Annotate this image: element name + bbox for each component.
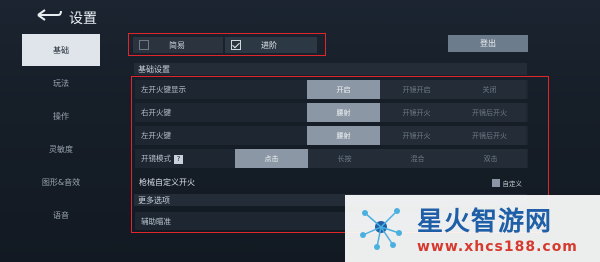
advanced-checkbox[interactable]: [231, 40, 241, 50]
option-double-tap[interactable]: 双击: [454, 149, 527, 168]
scope-mode-label: 开镜模式: [141, 154, 171, 163]
sidebar-item-controls[interactable]: 操作: [22, 100, 100, 132]
simple-checkbox[interactable]: [139, 40, 149, 50]
mode-simple-option[interactable]: 简易: [133, 37, 223, 53]
option-group: 开启 开镜开启 关闭: [307, 80, 526, 99]
option-mixed[interactable]: 混合: [381, 149, 454, 168]
option-scope-fire[interactable]: 开镜开火: [380, 126, 453, 145]
mode-advanced-option[interactable]: 进阶: [225, 37, 317, 53]
option-hip-fire[interactable]: 腰射: [307, 103, 380, 122]
mode-selector: 简易 进阶: [128, 33, 326, 56]
custom-checkbox[interactable]: [491, 179, 500, 187]
logout-button[interactable]: 登出: [448, 35, 528, 52]
sidebar-item-basic[interactable]: 基础: [22, 34, 100, 66]
setting-row-left-fire: 左开火键 腰射 开镜开火 开镜后开火: [135, 126, 528, 145]
sidebar: 基础 玩法 操作 灵敏度 图形&音效 语音: [22, 34, 100, 232]
setting-row-scope-mode: 开镜模式? 点击 长按 混合 双击: [135, 149, 528, 168]
mode-simple-label: 简易: [169, 40, 185, 50]
mode-advanced-label: 进阶: [261, 40, 277, 50]
setting-row-custom-fire: 枪械自定义开火 自定义: [135, 176, 528, 189]
option-group: 腰射 开镜开火 开镜后开火: [307, 103, 526, 122]
setting-label: 开镜模式?: [141, 153, 183, 164]
watermark-url: www.xhcs188.com: [417, 239, 578, 255]
option-group: 腰射 开镜开火 开镜后开火: [307, 126, 526, 145]
network-logo-icon: [360, 208, 402, 250]
option-scope-on[interactable]: 开镜开启: [380, 80, 453, 99]
option-tap[interactable]: 点击: [235, 149, 308, 168]
basic-settings-header: 基础设置: [134, 63, 527, 75]
watermark: 星火智游网 www.xhcs188.com: [345, 195, 600, 262]
option-group: 点击 长按 混合 双击: [235, 149, 527, 168]
option-hip-fire[interactable]: 腰射: [307, 126, 380, 145]
option-off[interactable]: 关闭: [453, 80, 526, 99]
custom-toggle[interactable]: 自定义: [491, 178, 523, 188]
option-scope-fire[interactable]: 开镜开火: [380, 103, 453, 122]
sidebar-item-graphics-audio[interactable]: 图形&音效: [22, 166, 100, 198]
setting-row-left-fire-display: 左开火键显示 开启 开镜开启 关闭: [135, 80, 528, 99]
setting-label: 右开火键: [141, 108, 171, 117]
option-on[interactable]: 开启: [307, 80, 380, 99]
option-fire-after-scope[interactable]: 开镜后开火: [453, 103, 526, 122]
option-fire-after-scope[interactable]: 开镜后开火: [453, 126, 526, 145]
back-arrow-icon[interactable]: [36, 8, 62, 22]
setting-label: 左开火键: [141, 131, 171, 140]
assist-aim-label: 辅助瞄准: [141, 216, 171, 226]
setting-label: 左开火键显示: [141, 85, 186, 94]
top-bar: 设置: [0, 0, 600, 30]
sidebar-item-voice[interactable]: 语音: [22, 199, 100, 231]
help-icon[interactable]: ?: [174, 155, 183, 164]
sidebar-item-sensitivity[interactable]: 灵敏度: [22, 133, 100, 165]
custom-label: 自定义: [502, 180, 523, 188]
sidebar-item-gameplay[interactable]: 玩法: [22, 67, 100, 99]
page-title: 设置: [69, 11, 97, 27]
option-hold[interactable]: 长按: [308, 149, 381, 168]
custom-fire-label: 枪械自定义开火: [139, 178, 195, 187]
setting-row-right-fire: 右开火键 腰射 开镜开火 开镜后开火: [135, 103, 528, 122]
watermark-name: 星火智游网: [417, 207, 553, 237]
